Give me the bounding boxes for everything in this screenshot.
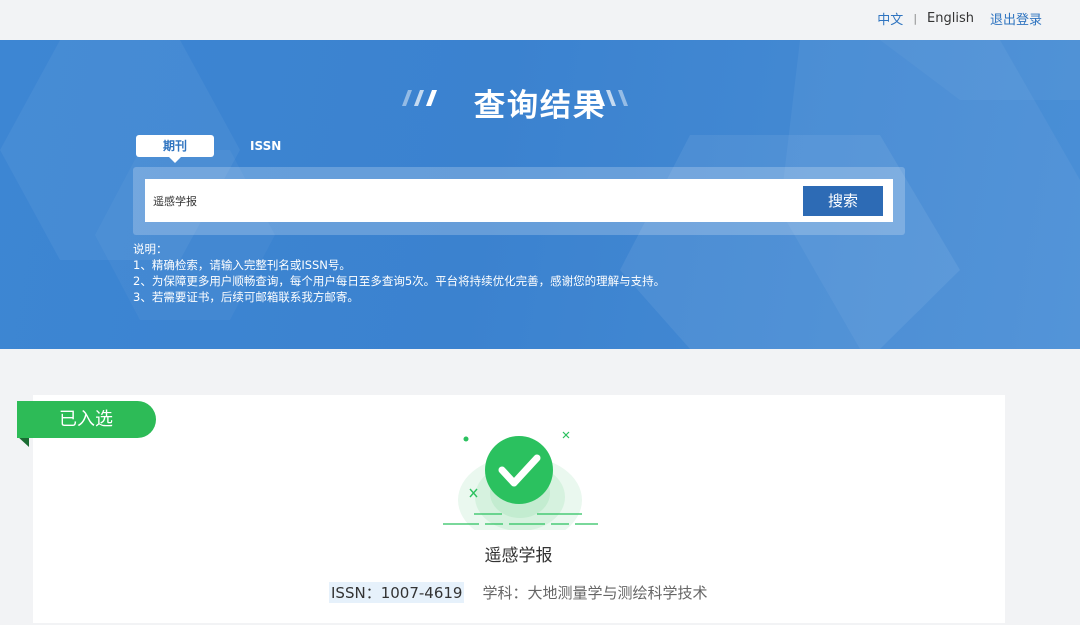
- tab-journal[interactable]: 期刊: [136, 135, 214, 163]
- search-box: 搜索: [145, 179, 893, 222]
- language-links: 中文 | English 退出登录: [877, 9, 1042, 28]
- search-panel: 搜索: [133, 167, 905, 235]
- instruction-line: 2、为保障更多用户顺畅查询，每个用户每日至多查询5次。平台将持续优化完善，感谢您…: [133, 274, 666, 288]
- page-title: 查询结果: [474, 88, 606, 124]
- issn-value: ISSN：1007-4619: [329, 582, 465, 603]
- selected-status-badge: 已入选: [17, 401, 156, 438]
- search-input[interactable]: [153, 179, 793, 222]
- search-instructions: 说明： 1、精确检索，请输入完整刊名或ISSN号。 2、为保障更多用户顺畅查询，…: [133, 241, 665, 305]
- search-button[interactable]: 搜索: [803, 186, 883, 216]
- subject-value: 学科：大地测量学与测绘科学技术: [482, 584, 708, 602]
- lang-chinese-link[interactable]: 中文: [877, 9, 903, 28]
- instruction-line: 1、精确检索，请输入完整刊名或ISSN号。: [133, 258, 351, 272]
- journal-meta: ISSN：1007-4619 学科：大地测量学与测绘科学技术: [329, 582, 707, 603]
- logout-link[interactable]: 退出登录: [990, 9, 1042, 28]
- journal-name: 遥感学报: [484, 546, 553, 566]
- top-bar: 中文 | English 退出登录: [0, 0, 1080, 40]
- tab-issn[interactable]: ISSN: [250, 136, 281, 156]
- lang-english-link[interactable]: English: [927, 11, 974, 26]
- instructions-heading: 说明：: [133, 242, 168, 256]
- instruction-line: 3、若需要证书，后续可邮箱联系我方邮寄。: [133, 290, 359, 304]
- check-circle-icon: [443, 431, 598, 530]
- lang-separator: |: [913, 12, 918, 25]
- search-hero-banner: 查询结果 期刊 ISSN 搜索 说明： 1、精确检索，请输入完整刊名或ISSN号…: [0, 40, 1080, 349]
- title-right-slashes: [594, 90, 628, 106]
